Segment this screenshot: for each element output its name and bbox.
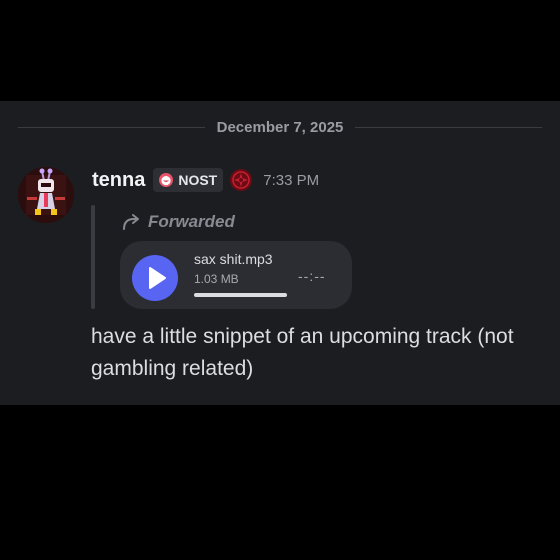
message-content: have a little snippet of an upcoming tra… xyxy=(91,325,514,380)
divider-line-right xyxy=(355,126,543,128)
forward-arrow-icon xyxy=(123,214,139,230)
audio-attachment: sax shit.mp3 1.03 MB --:-- xyxy=(120,241,352,309)
username[interactable]: tenna xyxy=(92,169,145,192)
forwarded-label: Forwarded xyxy=(122,211,235,233)
date-divider-text: December 7, 2025 xyxy=(216,118,344,136)
audio-filesize: 1.03 MB xyxy=(194,272,239,286)
play-icon xyxy=(149,267,166,289)
forward-quote-bar xyxy=(91,205,95,309)
play-button[interactable] xyxy=(132,255,178,301)
timestamp[interactable]: 7:33 PM xyxy=(263,172,319,189)
avatar[interactable] xyxy=(18,167,74,223)
audio-progress-bar[interactable] xyxy=(194,293,287,297)
forwarded-text: Forwarded xyxy=(148,212,235,231)
message-panel: December 7, 2025 tenna NOST 7:33 PM Forw… xyxy=(0,101,560,405)
server-tag[interactable]: NOST xyxy=(153,168,224,192)
audio-filename[interactable]: sax shit.mp3 xyxy=(194,251,273,267)
spiral-emblem-icon[interactable] xyxy=(229,168,253,192)
divider-line-left xyxy=(18,126,205,128)
audio-duration: --:-- xyxy=(298,268,326,284)
date-divider: December 7, 2025 xyxy=(18,117,543,137)
message-header: tenna NOST 7:33 PM xyxy=(92,165,319,195)
server-tag-text: NOST xyxy=(178,172,218,188)
avatar-image xyxy=(18,167,74,223)
smile-heart-icon xyxy=(159,173,174,187)
